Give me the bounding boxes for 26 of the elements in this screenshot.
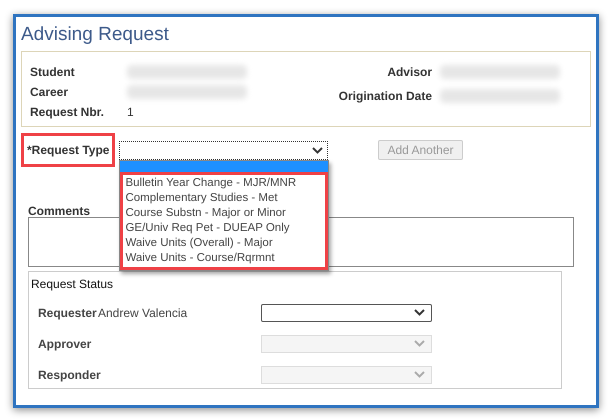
- field-value: 1: [127, 104, 134, 121]
- dropdown-option[interactable]: Waive Units (Overall) - Major: [125, 236, 324, 250]
- field-label: Approver: [38, 336, 92, 352]
- field-label: *Request Type: [21, 133, 116, 167]
- dropdown-option[interactable]: GE/Univ Req Pet - DUEAP Only: [125, 220, 324, 236]
- chevron-down-icon: [312, 146, 324, 154]
- field-label: Career: [30, 84, 70, 101]
- panel-title: Request Status: [31, 276, 114, 293]
- dropdown-option[interactable]: Waive Units - Course/Rqrmnt: [125, 250, 324, 266]
- field-label: Responder: [38, 366, 98, 384]
- request-type-select[interactable]: [119, 140, 328, 160]
- status-select[interactable]: [261, 304, 432, 322]
- field-label: Advisor: [386, 64, 432, 81]
- field-label: Comments: [28, 203, 90, 217]
- dropdown-option[interactable]: Course Substn - Major or Minor: [125, 206, 324, 220]
- field-label: Requester: [38, 304, 98, 322]
- chevron-down-icon: [414, 309, 425, 316]
- chevron-down-icon: [414, 371, 425, 378]
- page-title: Advising Request: [21, 23, 170, 47]
- requester-name: Andrew Valencia: [98, 306, 188, 320]
- chevron-down-icon: [414, 340, 425, 347]
- dropdown-option[interactable]: Complementary Studies - Met: [125, 190, 324, 206]
- field-label: Student: [30, 64, 76, 81]
- dropdown-option[interactable]: Bulletin Year Change - MJR/MNR: [125, 176, 324, 190]
- field-label: Request Nbr.: [30, 104, 106, 121]
- field-label: Origination Date: [338, 88, 432, 105]
